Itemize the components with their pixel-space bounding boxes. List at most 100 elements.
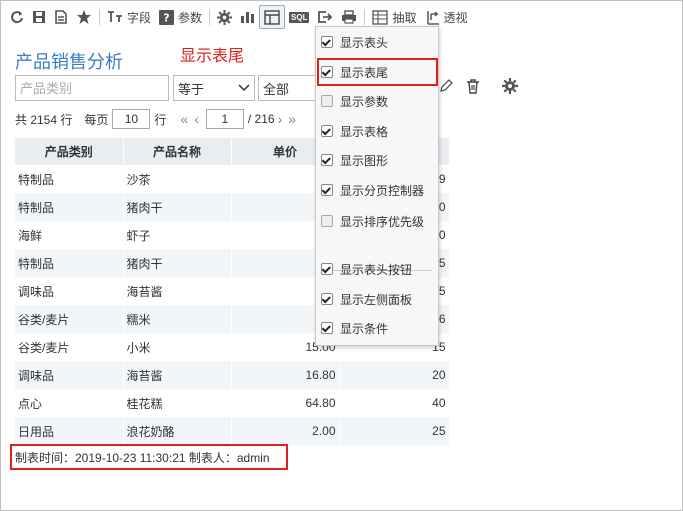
gear-icon xyxy=(502,78,518,94)
document-icon xyxy=(55,10,67,24)
favorite-button[interactable] xyxy=(72,5,96,29)
sql-icon: SQL xyxy=(289,11,310,23)
fields-button[interactable]: 字段 xyxy=(103,5,155,29)
pagination: 共 2154 行 每页 10 行 « ‹ 1 / 216 › » xyxy=(15,109,299,129)
menu-item-show-chart[interactable]: 显示图形 xyxy=(316,149,438,171)
menu-item-show-params[interactable]: 显示参数 xyxy=(316,90,438,112)
edit-button[interactable] xyxy=(438,78,454,97)
column-header[interactable]: 产品名称 xyxy=(123,138,232,165)
cell-category: 谷类/麦片 xyxy=(15,305,124,333)
menu-item-label: 显示左侧面板 xyxy=(340,292,413,307)
cell-product: 猪肉干 xyxy=(123,249,232,277)
cell-category: 调味品 xyxy=(15,277,124,305)
checkbox[interactable] xyxy=(321,184,333,196)
operator-value: 等于 xyxy=(178,81,205,97)
refresh-button[interactable] xyxy=(6,5,28,29)
menu-item-show-header[interactable]: 显示表头 xyxy=(316,31,438,53)
operator-select[interactable]: 等于 xyxy=(173,75,255,101)
save-as-button[interactable] xyxy=(50,5,72,29)
cell-product: 猪肉干 xyxy=(123,193,232,221)
value-text: 全部 xyxy=(263,81,290,97)
report-footer: 制表时间：2019-10-23 11:30:21 制表人：admin xyxy=(10,444,288,470)
cell-product: 小米 xyxy=(123,333,232,361)
menu-item-show-header-buttons[interactable]: 显示表头按钮 xyxy=(316,258,438,280)
checkbox[interactable] xyxy=(321,154,333,166)
menu-item-show-left-panel[interactable]: 显示左侧面板 xyxy=(316,288,438,310)
toolbar-divider xyxy=(99,9,100,25)
params-label: 参数 xyxy=(178,10,203,25)
cell-extra: 20 xyxy=(339,361,450,389)
cell-price: 64.80 xyxy=(231,389,340,417)
highlight-box xyxy=(317,58,438,86)
pencil-icon xyxy=(440,79,453,92)
save-icon xyxy=(33,11,45,23)
drill-label: 抽取 xyxy=(392,10,417,25)
column-header[interactable]: 产品类别 xyxy=(15,138,124,165)
refresh-icon xyxy=(11,11,23,24)
menu-item-show-table[interactable]: 显示表格 xyxy=(316,120,438,142)
value-select[interactable]: 全部 xyxy=(258,75,318,101)
checkbox[interactable] xyxy=(321,95,333,107)
cell-product: 虾子 xyxy=(123,221,232,249)
menu-item-show-sort-priority[interactable]: 显示排序优先级 xyxy=(316,210,438,232)
chart-button[interactable] xyxy=(236,5,259,29)
category-field[interactable] xyxy=(15,75,169,101)
next-page-button[interactable]: › xyxy=(278,111,283,127)
menu-item-label: 显示排序优先级 xyxy=(340,214,425,229)
svg-text:?: ? xyxy=(163,11,169,24)
gear-icon xyxy=(217,9,233,25)
cell-category: 特制品 xyxy=(15,193,124,221)
cell-extra: 25 xyxy=(339,417,450,445)
first-page-button[interactable]: « xyxy=(180,111,188,127)
cell-price: 16.80 xyxy=(231,361,340,389)
per-page-input[interactable]: 10 xyxy=(112,109,151,129)
toolbar-divider xyxy=(209,9,211,25)
annotation-label: 显示表尾 xyxy=(180,48,245,65)
checkbox[interactable] xyxy=(321,322,333,334)
table-row[interactable]: 调味品 海苔酱 16.80 20 xyxy=(15,361,450,389)
checkbox[interactable] xyxy=(321,36,333,48)
page-input[interactable]: 1 xyxy=(205,109,244,129)
pivot-label: 透视 xyxy=(443,10,468,25)
menu-item-show-conditions[interactable]: 显示条件 xyxy=(316,317,438,339)
category-input[interactable] xyxy=(20,80,164,96)
cell-category: 特制品 xyxy=(15,165,124,193)
pivot-icon xyxy=(426,10,439,25)
checkbox[interactable] xyxy=(321,125,333,137)
menu-item-label: 显示表头 xyxy=(340,35,389,50)
star-icon xyxy=(77,10,91,24)
checkbox[interactable] xyxy=(321,293,333,305)
cell-category: 点心 xyxy=(15,389,124,417)
last-page-button[interactable]: » xyxy=(288,111,296,127)
table-row[interactable]: 点心 桂花糕 64.80 40 xyxy=(15,389,450,417)
total-pages: / 216 xyxy=(247,112,275,126)
menu-item-label: 显示条件 xyxy=(340,321,389,336)
total-rows: 共 2154 行 xyxy=(15,112,73,127)
layout-button[interactable] xyxy=(259,5,286,29)
save-button[interactable] xyxy=(28,5,50,29)
cell-category: 海鲜 xyxy=(15,221,124,249)
table-row[interactable]: 日用品 浪花奶酪 2.00 25 xyxy=(15,417,450,445)
cell-category: 特制品 xyxy=(15,249,124,277)
menu-item-show-pager[interactable]: 显示分页控制器 xyxy=(316,179,438,201)
prev-page-button[interactable]: ‹ xyxy=(194,111,199,127)
cell-product: 糯米 xyxy=(123,305,232,333)
sql-button[interactable]: SQL xyxy=(285,5,313,29)
checkbox[interactable] xyxy=(321,263,333,275)
params-button[interactable]: ? 参数 xyxy=(155,5,206,29)
cell-category: 谷类/麦片 xyxy=(15,333,124,361)
settings-button[interactable] xyxy=(213,5,236,29)
report-title: 产品销售分析 xyxy=(15,52,123,72)
filter-settings-button[interactable] xyxy=(502,78,518,97)
fields-label: 字段 xyxy=(127,10,152,25)
cell-product: 桂花糕 xyxy=(123,389,232,417)
cell-product: 浪花奶酪 xyxy=(123,417,232,445)
checkbox[interactable] xyxy=(321,215,333,227)
menu-item-label: 显示表头按钮 xyxy=(340,262,413,277)
footer-text: 制表时间：2019-10-23 11:30:21 制表人：admin xyxy=(15,450,270,465)
cell-category: 日用品 xyxy=(15,417,124,445)
menu-item-label: 显示表格 xyxy=(340,124,389,139)
cell-product: 沙茶 xyxy=(123,165,232,193)
delete-button[interactable] xyxy=(465,78,481,97)
menu-item-label: 显示图形 xyxy=(340,153,389,168)
